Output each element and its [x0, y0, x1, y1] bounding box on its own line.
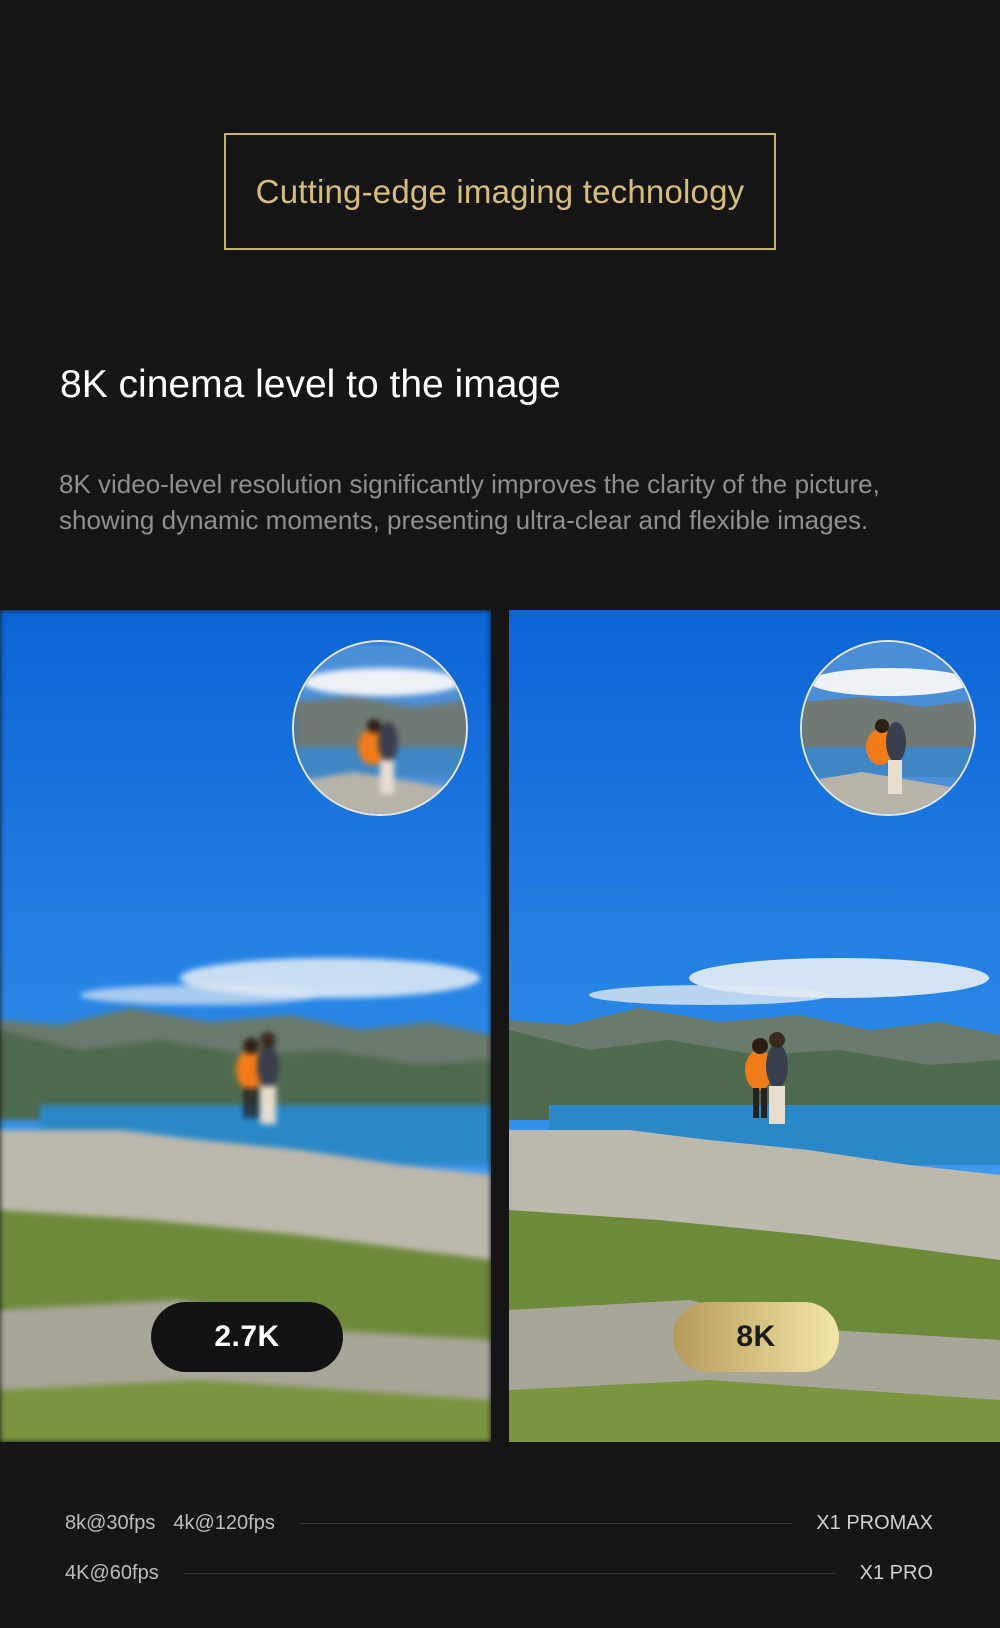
divider-line [182, 1572, 836, 1574]
resolution-badge-8k: 8K [673, 1302, 839, 1372]
comparison-panel-8k: 8K [509, 610, 1000, 1442]
zoom-detail-inset-low-res [292, 640, 468, 816]
resolution-badge-label: 8K [736, 1320, 776, 1353]
divider-line [298, 1522, 793, 1524]
section-header-badge: Cutting-edge imaging technology [224, 133, 776, 250]
spec-row-x1-promax: 8k@30fps 4k@120fps X1 PROMAX [65, 1508, 933, 1538]
comparison-panel-low-res: 2.7K [0, 610, 491, 1442]
spec-mode: 4k@120fps [173, 1511, 275, 1534]
spec-model-name: X1 PROMAX [816, 1511, 933, 1534]
spec-model-name: X1 PRO [859, 1561, 933, 1584]
resolution-badge-2-7k: 2.7K [151, 1302, 343, 1372]
resolution-badge-label: 2.7K [214, 1320, 280, 1353]
spec-mode: 4K@60fps [65, 1561, 159, 1584]
zoom-detail-photo-low-res [294, 642, 466, 814]
spec-row-x1-pro: 4K@60fps X1 PRO [65, 1558, 933, 1588]
zoom-detail-photo-8k [802, 642, 974, 814]
spec-mode: 8k@30fps [65, 1511, 156, 1534]
section-description: 8K video-level resolution significantly … [59, 469, 880, 535]
header-badge-title: Cutting-edge imaging technology [255, 172, 745, 210]
zoom-detail-inset-8k [800, 640, 976, 816]
section-title: 8K cinema level to the image [60, 363, 561, 406]
